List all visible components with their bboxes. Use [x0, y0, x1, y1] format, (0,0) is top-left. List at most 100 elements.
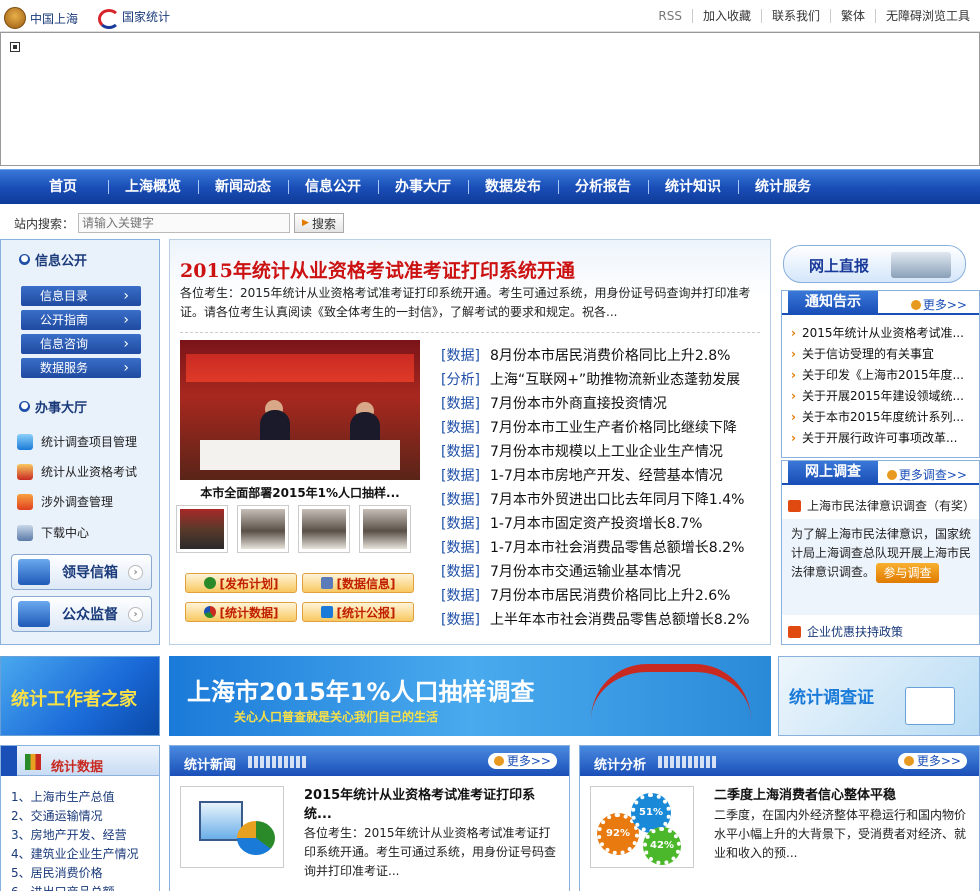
survey-item-link[interactable]: 上海市民法律意识调查（有奖） [788, 497, 975, 514]
list-item[interactable]: [数据] 8月份本市居民消费价格同比上升2.8% [441, 344, 763, 368]
news-headline[interactable]: 2015年统计从业资格考试准考证打印系统... [304, 786, 556, 824]
menu-data-service[interactable]: 数据服务 [21, 358, 141, 378]
nav-data-release[interactable]: 数据发布 [468, 170, 558, 204]
search-input[interactable] [78, 213, 291, 233]
list-item[interactable]: [数据] 7月份本市外商直接投资情况 [441, 392, 763, 416]
list-item[interactable]: [数据] 7月份本市工业生产者价格同比继续下降 [441, 416, 763, 440]
nav-stat-service[interactable]: 统计服务 [738, 170, 828, 204]
stat-analysis-box: 统计分析 更多>> 92% 51% 42% 二季度上海消费者信心整体平稳 二季度… [579, 745, 980, 891]
nav-analysis[interactable]: 分析报告 [558, 170, 648, 204]
headline-link[interactable]: 2015年统计从业资格考试准考证打印系统开通 [180, 256, 575, 283]
decorative-dots [658, 756, 718, 768]
online-report-button[interactable]: 网上直报 [783, 245, 966, 283]
news-tag: [数据] [441, 540, 480, 556]
analysis-image[interactable]: 92% 51% 42% [590, 786, 694, 868]
big-button-label: 公众监督 [62, 607, 118, 623]
notice-more-link[interactable]: 更多>> [910, 296, 967, 313]
more-label: 更多>> [506, 754, 551, 768]
news-list: [数据] 8月份本市居民消费价格同比上升2.8% [分析] 上海“互联网+”助推物流… [441, 344, 763, 632]
list-item[interactable]: 3、房地产开发、经营 [11, 826, 159, 845]
contact-link[interactable]: 联系我们 [760, 9, 830, 23]
list-item[interactable]: 关于开展行政许可事项改革... [791, 428, 973, 449]
news-title: 7月份本市交通运输业基本情况 [489, 564, 681, 580]
menu-info-catalog[interactable]: 信息目录 [21, 286, 141, 306]
stat-data-box: 统计数据 1、上海市生产总值 2、交通运输情况 3、房地产开发、经营 4、建筑业… [0, 745, 160, 891]
stat-bulletin-button[interactable]: [统计公报] [302, 602, 414, 622]
tool-foreign-survey[interactable]: 涉外调查管理 [17, 493, 113, 510]
stat-workers-home-banner[interactable]: 统计工作者之家 [0, 656, 160, 736]
nav-news[interactable]: 新闻动态 [198, 170, 288, 204]
tool-label: 统计调查项目管理 [41, 435, 138, 449]
accessibility-link[interactable]: 无障碍浏览工具 [874, 9, 980, 23]
policy-link[interactable]: 企业优惠扶持政策 [788, 623, 903, 640]
list-item[interactable]: 关于本市2015年度统计系列... [791, 407, 973, 428]
news-more-link[interactable]: 更多>> [487, 753, 557, 769]
traditional-link[interactable]: 繁体 [829, 9, 875, 23]
menu-info-consult[interactable]: 信息咨询 [21, 334, 141, 354]
tool-download-center[interactable]: 下载中心 [17, 524, 89, 541]
nav-home[interactable]: 首页 [18, 170, 108, 204]
photo-thumb[interactable] [359, 505, 411, 553]
photo-thumb[interactable] [298, 505, 350, 553]
list-item[interactable]: 关于开展2015年建设领域统... [791, 386, 973, 407]
list-item[interactable]: 4、建筑业企业生产情况 [11, 845, 159, 864]
add-favorite-link[interactable]: 加入收藏 [691, 9, 761, 23]
stat-data-button[interactable]: [统计数据] [185, 602, 297, 622]
divider [782, 313, 979, 315]
list-item[interactable]: 2015年统计从业资格考试准... [791, 323, 973, 344]
photo-thumb[interactable] [237, 505, 289, 553]
notice-tab[interactable]: 通知告示 [788, 291, 878, 313]
tool-label: 下载中心 [41, 526, 90, 540]
news-tag: [数据] [441, 516, 480, 532]
photo-thumb[interactable] [176, 505, 228, 553]
survey-tab[interactable]: 网上调查 [788, 461, 878, 483]
nav-info-public[interactable]: 信息公开 [288, 170, 378, 204]
news-image[interactable] [180, 786, 284, 868]
search-button[interactable]: ▶ 搜索 [294, 213, 345, 233]
menu-public-guide[interactable]: 公开指南 [21, 310, 141, 330]
nav-service-hall[interactable]: 办事大厅 [378, 170, 468, 204]
list-item[interactable]: [数据] 7月份本市居民消费价格同比上升2.6% [441, 584, 763, 608]
nav-overview[interactable]: 上海概览 [108, 170, 198, 204]
pie-chart-icon [203, 606, 216, 618]
list-item[interactable]: 1、上海市生产总值 [11, 788, 159, 807]
list-item[interactable]: 关于信访受理的有关事宜 [791, 344, 973, 365]
section-title-label: 办事大厅 [35, 401, 88, 416]
join-survey-button[interactable]: 参与调查 [876, 563, 939, 583]
leader-mailbox-button[interactable]: 领导信箱 › [11, 554, 152, 590]
release-plan-button[interactable]: [发布计划] [185, 573, 297, 593]
analysis-more-link[interactable]: 更多>> [897, 753, 967, 769]
data-info-button[interactable]: [数据信息] [302, 573, 414, 593]
list-item[interactable]: [数据] 上半年本市社会消费品零售总额增长8.2% [441, 608, 763, 632]
tool-qualification-exam[interactable]: 统计从业资格考试 [17, 463, 137, 480]
bar-chart-icon [25, 754, 41, 770]
tool-survey-project[interactable]: 统计调查项目管理 [17, 433, 137, 450]
list-item[interactable]: 关于印发《上海市2015年度... [791, 365, 973, 386]
site-link-label: 国家统计 [122, 9, 171, 24]
nav-knowledge[interactable]: 统计知识 [648, 170, 738, 204]
header-accent [1, 746, 17, 776]
list-item[interactable]: 6、进出口商品总额 [11, 883, 159, 891]
survey-more-link[interactable]: 更多调查>> [886, 466, 967, 483]
list-item[interactable]: [数据] 7月份本市规模以上工业企业生产情况 [441, 440, 763, 464]
rss-link[interactable]: RSS [648, 9, 692, 23]
grid-icon [320, 577, 333, 589]
census-banner[interactable]: 上海市2015年1%人口抽样调查 关心人口普查就是关心我们自己的生活 [169, 656, 771, 736]
national-stats-link[interactable]: 国家统计 [96, 7, 171, 29]
analysis-headline[interactable]: 二季度上海消费者信心整体平稳 [714, 786, 966, 805]
list-item[interactable]: 5、居民消费价格 [11, 864, 159, 883]
china-shanghai-link[interactable]: 中国上海 [4, 7, 78, 29]
public-supervision-button[interactable]: 公众监督 › [11, 596, 152, 632]
list-item[interactable]: [数据] 1-7月本市社会消费品零售总额增长8.2% [441, 536, 763, 560]
list-item[interactable]: [数据] 7月本市外贸进出口比去年同月下降1.4% [441, 488, 763, 512]
survey-certificate-banner[interactable]: 统计调查证 [778, 656, 980, 736]
list-item[interactable]: 2、交通运输情况 [11, 807, 159, 826]
list-item[interactable]: [分析] 上海“互联网+”助推物流新业态蓬勃发展 [441, 368, 763, 392]
list-item[interactable]: [数据] 1-7月本市房地产开发、经营基本情况 [441, 464, 763, 488]
list-item[interactable]: [数据] 1-7月本市固定资产投资增长8.7% [441, 512, 763, 536]
tool-label: 统计从业资格考试 [41, 465, 138, 479]
headline-summary: 各位考生：2015年统计从业资格考试准考证打印系统开通。考生可通过系统，用身份证… [180, 286, 751, 319]
photo-caption[interactable]: 本市全面部署2015年1%人口抽样... [180, 484, 420, 501]
list-item[interactable]: [数据] 7月份本市交通运输业基本情况 [441, 560, 763, 584]
main-news-photo[interactable] [180, 340, 420, 480]
